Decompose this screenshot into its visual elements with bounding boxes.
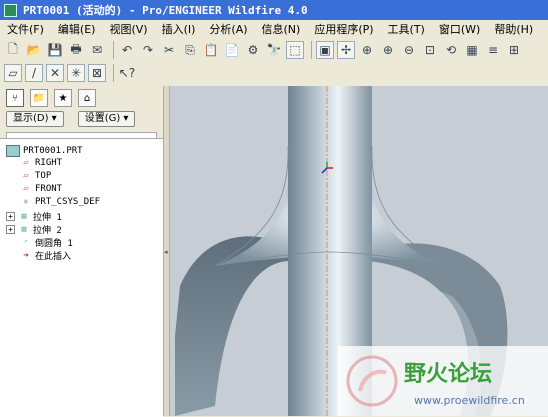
undo-icon[interactable]: ↶ (118, 41, 136, 59)
app-icon (4, 3, 17, 17)
reorient-icon[interactable]: ⟲ (442, 41, 460, 59)
refit-icon[interactable]: ⊡ (421, 41, 439, 59)
tree-item-top[interactable]: ▱ TOP (20, 171, 51, 181)
tree-item-extrude-2[interactable]: + ⊞ 拉伸 2 (6, 223, 62, 236)
email-icon[interactable]: ✉ (88, 41, 106, 59)
datum-plane-icon: ▱ (23, 158, 29, 168)
cut-icon[interactable]: ✂ (160, 41, 178, 59)
menu-insert[interactable]: 插入(I) (155, 21, 203, 37)
main-toolbar: 🗋 📂 💾 🖶 ✉ ↶ ↷ ✂ ⎘ 📋 📄 ⚙ 🔭 ⬚ ▣ ✢ ⊕ ⊕ ⊖ ⊡ ⟲ ▦ ≡ ⊞ (0, 39, 548, 61)
paste-special-icon[interactable]: 📄 (223, 41, 241, 59)
favorites-tab-icon[interactable]: ★ (54, 89, 72, 107)
datum-plane-icon: ▱ (23, 184, 29, 194)
datum-plane-icon: ▱ (23, 171, 29, 181)
csys-display-icon[interactable]: ✳ (67, 64, 85, 82)
part-icon (6, 145, 20, 157)
settings-dropdown-button[interactable]: 设置(G) ▾ (77, 111, 136, 127)
datum-toolbar: ▱ / ✕ ✳ ⊠ ↖? (0, 62, 548, 84)
watermark-text: 野火论坛 (404, 362, 493, 387)
menu-analysis[interactable]: 分析(A) (202, 21, 254, 37)
spin-center-icon[interactable]: ✢ (337, 41, 355, 59)
menu-applications[interactable]: 应用程序(P) (307, 21, 380, 37)
paste-icon[interactable]: 📋 (202, 41, 220, 59)
tree-item-front[interactable]: ▱ FRONT (20, 184, 62, 194)
round-icon: ◜ (23, 237, 29, 248)
navigator-panel: ⑂ 📁 ★ ⌂ 显示(D) ▾ 设置(G) ▾ PRT0001.PRT ▱ RI… (0, 86, 163, 417)
tree-item-insert-here[interactable]: ➜ 在此插入 (20, 249, 71, 263)
expand-icon[interactable]: + (6, 212, 15, 221)
open-icon[interactable]: 📂 (25, 41, 43, 59)
folder-browser-tab-icon[interactable]: 📁 (30, 89, 48, 107)
menu-view[interactable]: 视图(V) (102, 21, 154, 37)
annotation-display-icon[interactable]: ⊠ (88, 64, 106, 82)
window-title: PRT0001 (活动的) - Pro/ENGINEER Wildfire 4.… (23, 4, 308, 17)
new-icon[interactable]: 🗋 (4, 41, 22, 59)
menu-file[interactable]: 文件(F) (0, 21, 51, 37)
layers-icon[interactable]: ≡ (484, 41, 502, 59)
panel-splitter[interactable]: ◂ (163, 86, 170, 416)
select-box-icon[interactable]: ⬚ (286, 41, 304, 59)
menu-window[interactable]: 窗口(W) (432, 21, 487, 37)
tree-item-csys[interactable]: ✳ PRT_CSYS_DEF (20, 197, 100, 207)
context-help-icon[interactable]: ↖? (118, 64, 136, 82)
menu-edit[interactable]: 编辑(E) (51, 21, 103, 37)
menu-help[interactable]: 帮助(H) (487, 21, 540, 37)
zoom-in-icon[interactable]: ⊕ (379, 41, 397, 59)
model-tree: PRT0001.PRT ▱ RIGHT ▱ TOP ▱ FRONT ✳ PRT_… (0, 138, 163, 417)
navigator-tabs: ⑂ 📁 ★ ⌂ (0, 86, 163, 110)
insert-arrow-icon: ➜ (23, 250, 29, 261)
collapse-arrow-icon[interactable]: ◂ (164, 248, 168, 256)
menu-tools[interactable]: 工具(T) (381, 21, 432, 37)
regenerate-icon[interactable]: ⚙ (244, 41, 262, 59)
tree-item-extrude-1[interactable]: + ⊞ 拉伸 1 (6, 210, 62, 223)
csys-icon: ✳ (23, 197, 29, 207)
extrude-icon: ⊞ (21, 211, 27, 222)
expand-icon[interactable]: + (6, 225, 15, 234)
datum-point-display-icon[interactable]: ✕ (46, 64, 64, 82)
datum-plane-display-icon[interactable]: ▱ (4, 64, 22, 82)
tree-item-right[interactable]: ▱ RIGHT (20, 158, 62, 168)
watermark-logo-icon (346, 355, 398, 407)
watermark-url: www.proewildfire.cn (414, 394, 525, 407)
toolbar-separator (311, 41, 312, 59)
menu-bar: 文件(F) 编辑(E) 视图(V) 插入(I) 分析(A) 信息(N) 应用程序… (0, 20, 548, 38)
saved-views-icon[interactable]: ▦ (463, 41, 481, 59)
view-manager-icon[interactable]: ⊞ (505, 41, 523, 59)
model-tree-tab-icon[interactable]: ⑂ (6, 89, 24, 107)
web-tab-icon[interactable]: ⌂ (78, 89, 96, 107)
title-bar: PRT0001 (活动的) - Pro/ENGINEER Wildfire 4.… (0, 0, 548, 20)
orient-icon[interactable]: ⊕ (358, 41, 376, 59)
datum-axis-display-icon[interactable]: / (25, 64, 43, 82)
menu-info[interactable]: 信息(N) (255, 21, 308, 37)
print-icon[interactable]: 🖶 (67, 41, 85, 59)
extrude-icon: ⊞ (21, 224, 27, 235)
show-dropdown-button[interactable]: 显示(D) ▾ (6, 111, 64, 127)
tree-item-round-1[interactable]: ◜ 倒圆角 1 (20, 236, 73, 250)
tree-item-root[interactable]: PRT0001.PRT (6, 145, 83, 157)
toolbar-separator (113, 41, 114, 59)
find-icon[interactable]: 🔭 (265, 41, 283, 59)
save-icon[interactable]: 💾 (46, 41, 64, 59)
repaint-icon[interactable]: ▣ (316, 41, 334, 59)
zoom-out-icon[interactable]: ⊖ (400, 41, 418, 59)
toolbar-separator (113, 64, 114, 82)
redo-icon[interactable]: ↷ (139, 41, 157, 59)
copy-icon[interactable]: ⎘ (181, 41, 199, 59)
